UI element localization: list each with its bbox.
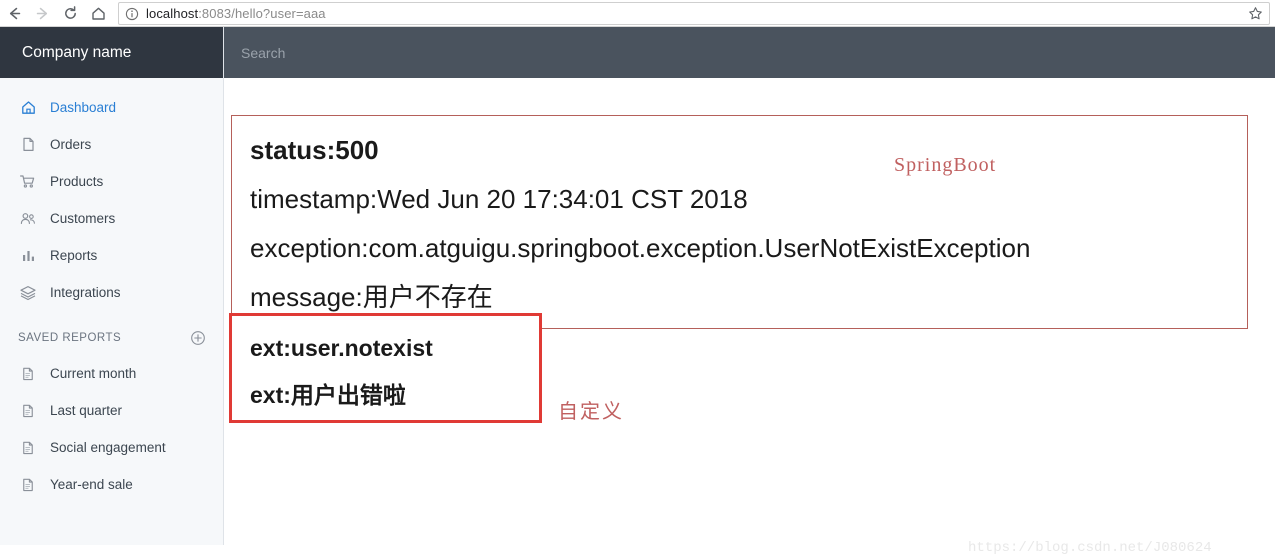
layers-icon <box>18 283 38 303</box>
people-icon <box>18 209 38 229</box>
saved-reports-title: SAVED REPORTS <box>18 332 122 344</box>
sidebar-item-customers[interactable]: Customers <box>0 200 223 237</box>
sidebar-item-label: Dashboard <box>50 100 117 115</box>
home-icon <box>18 98 38 118</box>
custom-ext-box: ext:user.notexist ext:用户出错啦 <box>229 313 542 423</box>
sidebar-item-reports[interactable]: Reports <box>0 237 223 274</box>
error-exception: exception:com.atguigu.springboot.excepti… <box>250 233 1031 263</box>
error-status: status:500 <box>250 135 379 165</box>
home-icon <box>90 5 107 22</box>
browser-toolbar: localhost:8083/hello?user=aaa <box>0 0 1275 27</box>
saved-report-label: Social engagement <box>50 440 166 455</box>
sidebar-item-label: Integrations <box>50 285 121 300</box>
sidebar-item-label: Reports <box>50 248 98 263</box>
saved-report-label: Current month <box>50 366 137 381</box>
sidebar-item-dashboard[interactable]: Dashboard <box>0 89 223 126</box>
file-icon <box>18 364 38 384</box>
home-button[interactable] <box>84 0 112 27</box>
sidebar-item-products[interactable]: Products <box>0 163 223 200</box>
saved-report-social-engagement[interactable]: Social engagement <box>0 429 223 466</box>
url-path: :8083/hello?user=aaa <box>198 6 326 21</box>
ext-message-line: ext:用户出错啦 <box>250 382 406 408</box>
sidebar: Company name Dashboard Orders Products C… <box>0 27 224 545</box>
arrow-right-icon <box>34 5 51 22</box>
saved-report-last-quarter[interactable]: Last quarter <box>0 392 223 429</box>
bar-chart-icon <box>18 246 38 266</box>
sidebar-item-orders[interactable]: Orders <box>0 126 223 163</box>
sidebar-item-label: Customers <box>50 211 116 226</box>
primary-nav: Dashboard Orders Products Customers Repo… <box>0 78 223 311</box>
back-button[interactable] <box>0 0 28 27</box>
sidebar-item-integrations[interactable]: Integrations <box>0 274 223 311</box>
saved-report-year-end-sale[interactable]: Year-end sale <box>0 466 223 503</box>
arrow-left-icon <box>6 5 23 22</box>
reload-button[interactable] <box>56 0 84 27</box>
plus-circle-icon[interactable] <box>189 329 207 347</box>
bookmark-star-icon[interactable] <box>1248 6 1263 21</box>
address-bar[interactable]: localhost:8083/hello?user=aaa <box>118 2 1270 25</box>
file-icon <box>18 135 38 155</box>
annotation-springboot: SpringBoot <box>894 154 997 176</box>
sidebar-item-label: Products <box>50 174 104 189</box>
url-host: localhost <box>146 6 199 21</box>
reload-icon <box>62 5 79 22</box>
saved-reports-header: SAVED REPORTS <box>0 311 223 355</box>
cart-icon <box>18 172 38 192</box>
file-icon <box>18 438 38 458</box>
file-icon <box>18 401 38 421</box>
annotation-custom: 自定义 <box>558 401 624 423</box>
saved-report-label: Last quarter <box>50 403 123 418</box>
forward-button[interactable] <box>28 0 56 27</box>
ext-code-line: ext:user.notexist <box>250 335 433 361</box>
sidebar-item-label: Orders <box>50 137 92 152</box>
error-timestamp: timestamp:Wed Jun 20 17:34:01 CST 2018 <box>250 184 748 214</box>
brand-title: Company name <box>0 27 223 78</box>
springboot-error-box: status:500 timestamp:Wed Jun 20 17:34:01… <box>231 115 1248 329</box>
url-text: localhost:8083/hello?user=aaa <box>146 6 1242 21</box>
saved-report-label: Year-end sale <box>50 477 133 492</box>
saved-reports-list: Current month Last quarter Social engage… <box>0 355 223 503</box>
watermark: https://blog.csdn.net/J080624 <box>968 540 1212 556</box>
app-shell: Company name Dashboard Orders Products C… <box>0 27 1275 556</box>
main-content: status:500 timestamp:Wed Jun 20 17:34:01… <box>224 78 1275 556</box>
file-icon <box>18 475 38 495</box>
search-input[interactable] <box>239 37 659 68</box>
page-info-icon[interactable] <box>125 7 139 21</box>
saved-report-current-month[interactable]: Current month <box>0 355 223 392</box>
topbar <box>224 27 1275 78</box>
